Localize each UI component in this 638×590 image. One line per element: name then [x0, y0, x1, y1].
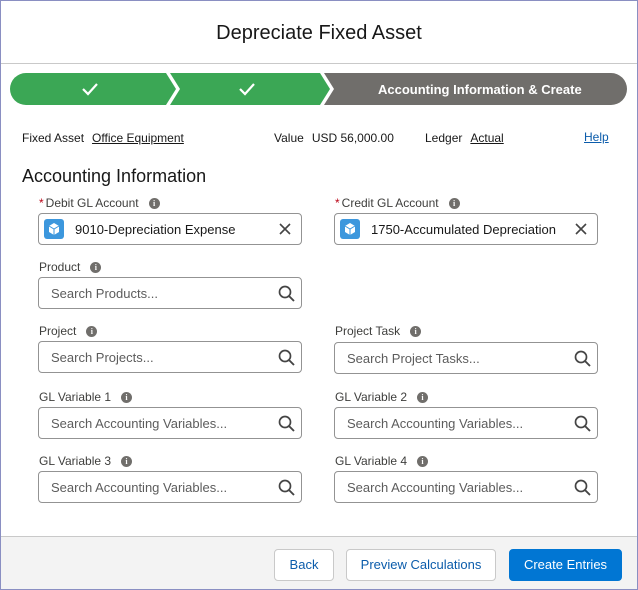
project-label: Project i — [39, 324, 98, 338]
close-icon[interactable] — [278, 222, 292, 236]
value-label: Value — [274, 131, 304, 145]
project-task-label-text: Project Task — [335, 324, 401, 338]
search-icon — [574, 415, 591, 432]
gl-variable-2-label-text: GL Variable 2 — [335, 390, 408, 404]
info-icon[interactable]: i — [448, 197, 460, 209]
project-task-placeholder: Search Project Tasks... — [347, 351, 480, 366]
gl-variable-1-label: GL Variable 1 i — [39, 390, 133, 404]
preview-calculations-button[interactable]: Preview Calculations — [346, 549, 496, 581]
project-placeholder: Search Projects... — [51, 350, 154, 365]
value-info: Value USD 56,000.00 — [274, 131, 394, 145]
info-icon[interactable]: i — [121, 391, 133, 403]
path-step-current-label[interactable]: Accounting Information & Create — [378, 82, 582, 97]
search-icon — [574, 350, 591, 367]
credit-gl-label: * Credit GL Account i — [335, 196, 460, 210]
search-icon — [278, 349, 295, 366]
credit-gl-lookup[interactable]: 1750-Accumulated Depreciation — [334, 213, 598, 245]
debit-gl-lookup[interactable]: 9010-Depreciation Expense — [38, 213, 302, 245]
credit-gl-value: 1750-Accumulated Depreciation — [371, 222, 556, 237]
product-label-text: Product — [39, 260, 81, 274]
check-icon[interactable] — [239, 82, 255, 96]
gl-variable-4-label: GL Variable 4 i — [335, 454, 429, 468]
credit-gl-label-text: Credit GL Account — [341, 196, 439, 210]
project-search-input[interactable]: Search Projects... — [38, 341, 302, 373]
product-placeholder: Search Products... — [51, 286, 158, 301]
gl-variable-4-search-input[interactable]: Search Accounting Variables... — [334, 471, 598, 503]
gl-variable-4-label-text: GL Variable 4 — [335, 454, 408, 468]
debit-gl-label-text: Debit GL Account — [45, 196, 139, 210]
info-icon[interactable]: i — [410, 325, 422, 337]
search-icon — [278, 479, 295, 496]
debit-gl-value: 9010-Depreciation Expense — [75, 222, 236, 237]
help-link[interactable]: Help — [584, 130, 609, 144]
back-button[interactable]: Back — [274, 549, 334, 581]
required-marker: * — [39, 196, 44, 210]
info-icon[interactable]: i — [148, 197, 160, 209]
product-search-input[interactable]: Search Products... — [38, 277, 302, 309]
value-amount: USD 56,000.00 — [311, 131, 394, 145]
required-marker: * — [335, 196, 340, 210]
info-icon[interactable]: i — [121, 455, 133, 467]
check-icon[interactable] — [82, 82, 98, 96]
modal: Depreciate Fixed Asset Accounting Inform… — [0, 0, 638, 590]
project-task-label: Project Task i — [335, 324, 422, 338]
gl-variable-3-placeholder: Search Accounting Variables... — [51, 480, 228, 495]
info-icon[interactable]: i — [417, 455, 429, 467]
gl-variable-2-search-input[interactable]: Search Accounting Variables... — [334, 407, 598, 439]
close-icon[interactable] — [574, 222, 588, 236]
gl-variable-4-placeholder: Search Accounting Variables... — [347, 480, 524, 495]
cube-icon — [340, 219, 360, 239]
gl-variable-2-label: GL Variable 2 i — [335, 390, 429, 404]
gl-variable-3-search-input[interactable]: Search Accounting Variables... — [38, 471, 302, 503]
progress-path: Accounting Information & Create — [10, 73, 627, 105]
gl-variable-1-label-text: GL Variable 1 — [39, 390, 112, 404]
info-icon[interactable]: i — [86, 325, 98, 337]
info-icon[interactable]: i — [90, 261, 102, 273]
cube-icon — [44, 219, 64, 239]
search-icon — [278, 285, 295, 302]
ledger-label: Ledger — [425, 131, 463, 145]
search-icon — [574, 479, 591, 496]
fixed-asset-info: Fixed Asset Office Equipment — [22, 131, 184, 145]
modal-title: Depreciate Fixed Asset — [216, 22, 422, 44]
info-icon[interactable]: i — [417, 391, 429, 403]
gl-variable-3-label-text: GL Variable 3 — [39, 454, 112, 468]
project-task-search-input[interactable]: Search Project Tasks... — [334, 342, 598, 374]
product-label: Product i — [39, 260, 102, 274]
search-icon — [278, 415, 295, 432]
create-entries-button[interactable]: Create Entries — [509, 549, 622, 581]
fixed-asset-label: Fixed Asset — [22, 131, 85, 145]
gl-variable-2-placeholder: Search Accounting Variables... — [347, 416, 524, 431]
project-label-text: Project — [39, 324, 77, 338]
gl-variable-1-search-input[interactable]: Search Accounting Variables... — [38, 407, 302, 439]
gl-variable-1-placeholder: Search Accounting Variables... — [51, 416, 228, 431]
modal-header: Depreciate Fixed Asset — [1, 1, 637, 64]
debit-gl-label: * Debit GL Account i — [39, 196, 160, 210]
gl-variable-3-label: GL Variable 3 i — [39, 454, 133, 468]
ledger-link[interactable]: Actual — [470, 131, 503, 145]
fixed-asset-link[interactable]: Office Equipment — [92, 131, 184, 145]
ledger-info: Ledger Actual — [425, 131, 504, 145]
section-title: Accounting Information — [22, 166, 207, 186]
